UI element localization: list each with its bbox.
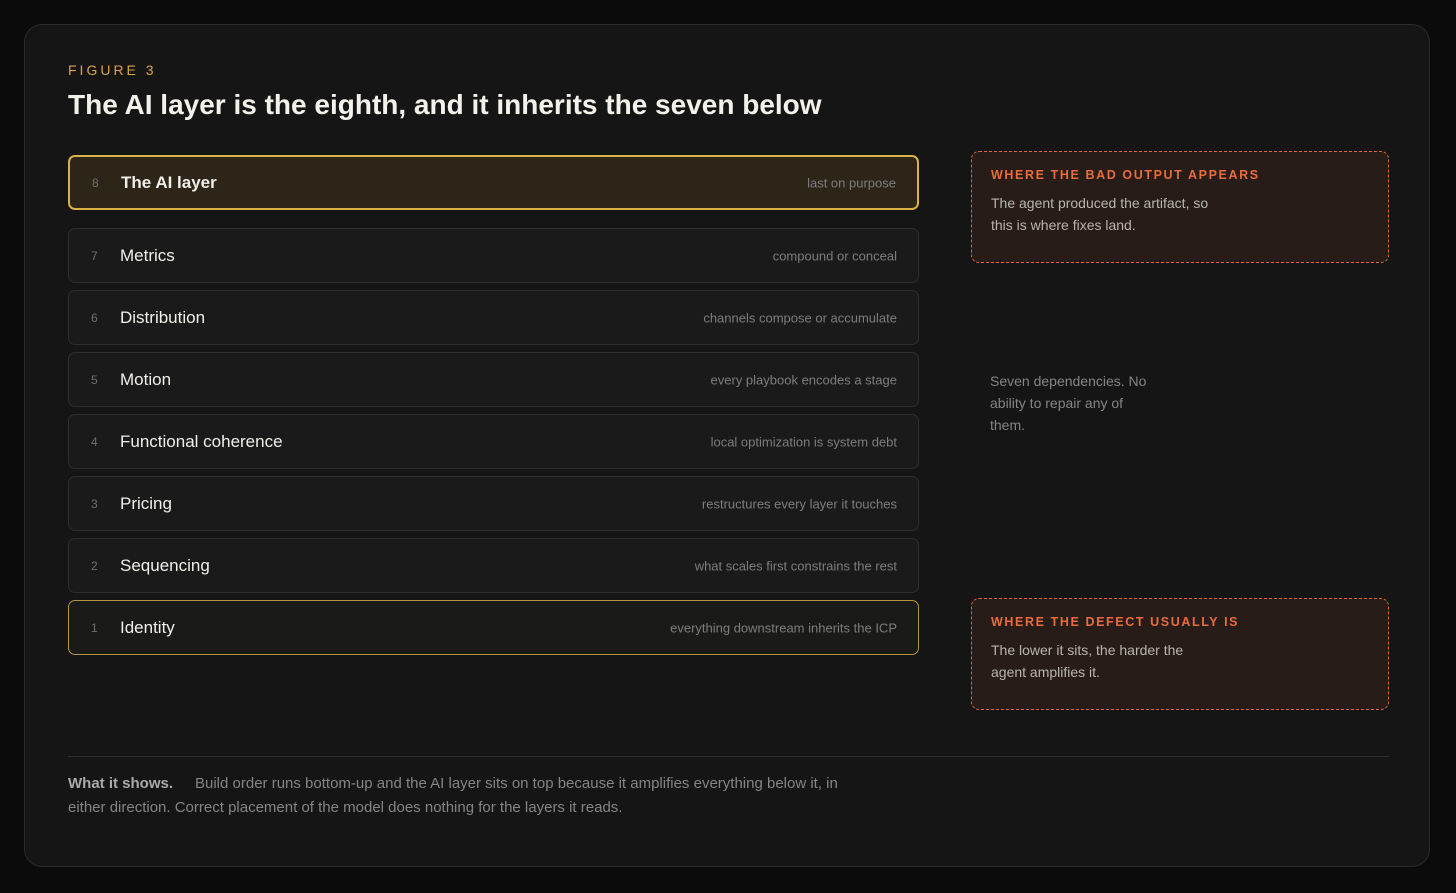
layer-number: 8 [92, 175, 99, 190]
layer-number: 4 [91, 434, 98, 449]
layer-name: Sequencing [120, 555, 210, 575]
figure-label: FIGURE 3 [68, 62, 157, 78]
callout-defect: WHERE THE DEFECT USUALLY IS The lower it… [971, 598, 1389, 710]
layer-note: channels compose or accumulate [703, 310, 897, 325]
layer-6: 6 Distribution channels compose or accum… [68, 290, 919, 345]
layer-note: local optimization is system debt [710, 434, 897, 449]
layer-name: Motion [120, 369, 172, 389]
layer-number: 3 [91, 496, 98, 511]
layer-number: 5 [91, 372, 98, 387]
layer-1: 1 Identity everything downstream inherit… [68, 600, 919, 655]
layer-number: 7 [91, 248, 98, 263]
footer-divider [68, 756, 1389, 757]
layer-4: 4 Functional coherence local optimizatio… [68, 414, 919, 469]
callout-body: The lower it sits, the harder the agent … [991, 642, 1184, 680]
caption-label: What it shows. [68, 775, 173, 792]
figure-card: FIGURE 3 The AI layer is the eighth, and… [24, 24, 1430, 867]
layer-number: 2 [91, 558, 98, 573]
caption-text: Build order runs bottom-up and the AI la… [68, 775, 838, 816]
layer-name: Metrics [120, 245, 175, 265]
layer-3: 3 Pricing restructures every layer it to… [68, 476, 919, 531]
layer-note: everything downstream inherits the ICP [670, 620, 897, 635]
callout-heading: WHERE THE BAD OUTPUT APPEARS [991, 168, 1260, 182]
layer-7: 7 Metrics compound or conceal [68, 228, 919, 283]
layer-8: 8 The AI layer last on purpose [68, 155, 919, 210]
layer-name: Identity [120, 617, 175, 637]
layer-note: compound or conceal [772, 248, 897, 263]
layer-note: restructures every layer it touches [701, 496, 897, 511]
layer-note: last on purpose [807, 175, 896, 190]
figure-title: The AI layer is the eighth, and it inher… [68, 89, 822, 120]
layer-2: 2 Sequencing what scales first constrain… [68, 538, 919, 593]
callout-heading: WHERE THE DEFECT USUALLY IS [991, 615, 1240, 629]
dependencies-note: Seven dependencies. No ability to repair… [990, 373, 1147, 433]
callout-body: The agent produced the artifact, so this… [991, 195, 1209, 233]
figure-caption: What it shows. Build order runs bottom-up… [68, 772, 848, 820]
layer-5: 5 Motion every playbook encodes a stage [68, 352, 919, 407]
layer-name: Distribution [120, 307, 206, 327]
layer-number: 6 [91, 310, 98, 325]
layer-note: what scales first constrains the rest [694, 558, 897, 573]
layer-name: Pricing [120, 493, 172, 513]
layer-name: Functional coherence [120, 431, 283, 451]
layer-number: 1 [91, 620, 98, 635]
layer-note: every playbook encodes a stage [710, 372, 897, 387]
layer-stack: 8 The AI layer last on purpose 7 Metrics… [68, 155, 919, 655]
layer-name: The AI layer [121, 172, 217, 192]
callout-bad-output: WHERE THE BAD OUTPUT APPEARS The agent p… [971, 151, 1389, 263]
